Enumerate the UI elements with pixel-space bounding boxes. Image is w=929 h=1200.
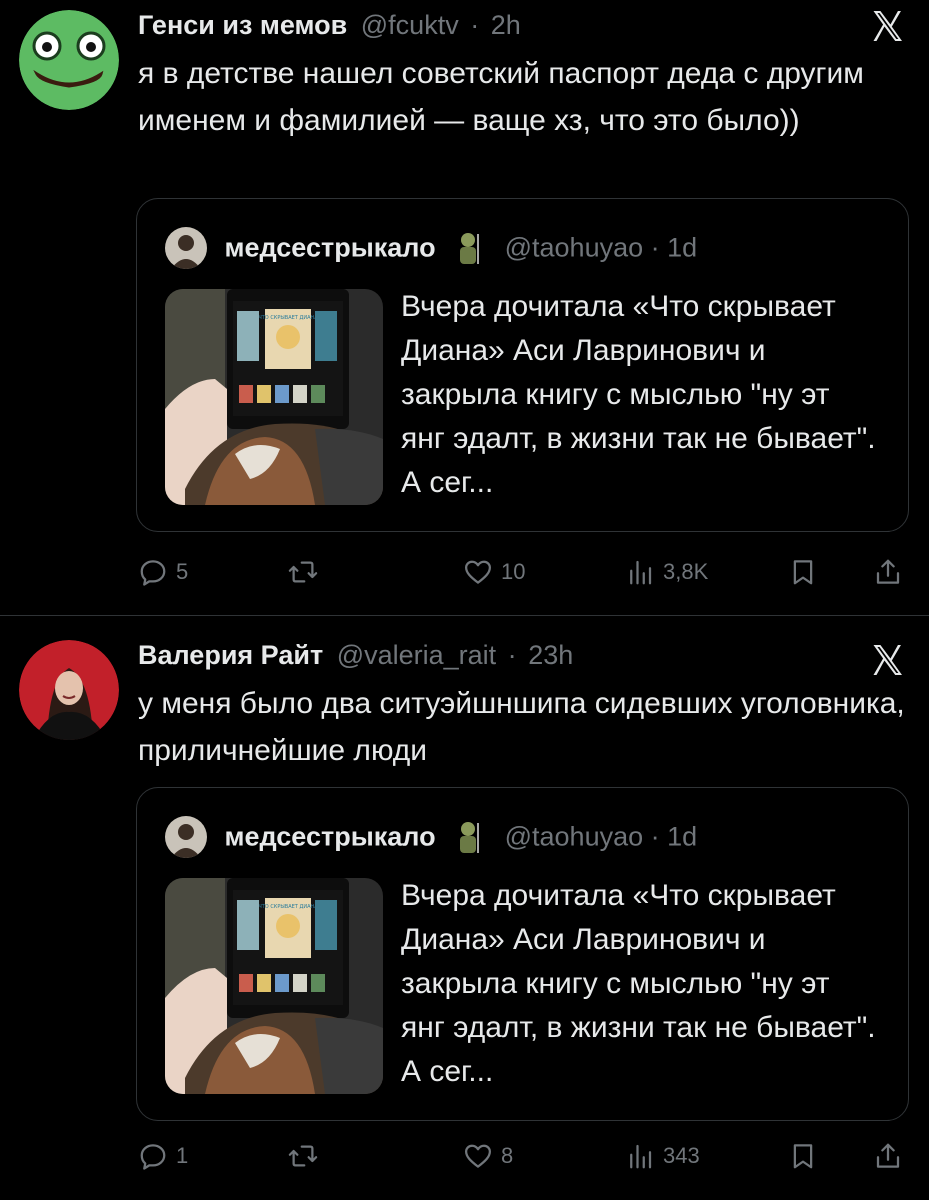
timestamp[interactable]: 23h bbox=[528, 640, 573, 670]
reply-count: 1 bbox=[176, 1143, 189, 1168]
x-logo-icon bbox=[873, 645, 902, 675]
views-button[interactable]: 3,8K bbox=[625, 552, 708, 592]
retweet-icon bbox=[288, 561, 318, 583]
goblin-emoji-icon bbox=[460, 822, 480, 853]
quoted-avatar-image bbox=[165, 227, 207, 269]
quoted-avatar-image bbox=[165, 816, 207, 858]
retweet-button[interactable] bbox=[288, 1136, 326, 1176]
reply-icon bbox=[140, 560, 166, 586]
tweet-text: у меня было два ситуэйшншипа сидевших уг… bbox=[138, 687, 905, 767]
reply-icon bbox=[140, 1144, 166, 1170]
like-count: 10 bbox=[501, 559, 526, 584]
quoted-author-handle[interactable]: @taohuyao bbox=[505, 233, 644, 263]
reply-button[interactable]: 5 bbox=[138, 552, 188, 592]
like-button[interactable]: 8 bbox=[463, 1136, 513, 1176]
quoted-media-thumbnail[interactable]: ЧТО СКРЫВАЕТ ДИАНА bbox=[165, 289, 383, 505]
quoted-tweet-text: Вчера дочитала «Что скрывает Диана» Аси … bbox=[401, 879, 876, 1088]
bookmark-icon bbox=[793, 560, 813, 585]
avatar-frog[interactable] bbox=[19, 10, 119, 110]
bookmark-icon bbox=[793, 1144, 813, 1169]
quoted-avatar[interactable] bbox=[165, 227, 207, 269]
views-count: 343 bbox=[663, 1143, 700, 1168]
action-bar: 5 10 3,8K bbox=[138, 552, 908, 592]
share-icon bbox=[876, 559, 900, 584]
quoted-tweet-header: медсестрыкало @taohuyao · 1d bbox=[165, 227, 697, 271]
like-icon bbox=[465, 560, 491, 584]
quoted-author-handle[interactable]: @taohuyao bbox=[505, 822, 644, 852]
meta-separator: · bbox=[470, 10, 480, 40]
views-button[interactable]: 343 bbox=[625, 1136, 700, 1176]
like-count: 8 bbox=[501, 1143, 514, 1168]
tablet-cat-photo: ЧТО СКРЫВАЕТ ДИАНА bbox=[165, 289, 383, 505]
views-count: 3,8K bbox=[663, 559, 709, 584]
author-handle[interactable]: @fcuktv bbox=[361, 10, 459, 40]
tweet[interactable]: Валерия Райт @valeria_rait · 23h у меня … bbox=[0, 616, 929, 1200]
quoted-avatar[interactable] bbox=[165, 816, 207, 858]
quoted-tweet[interactable]: медсестрыкало @taohuyao · 1d ЧТО СКРЫВАЕ… bbox=[136, 198, 909, 532]
quoted-author-name[interactable]: медсестрыкало bbox=[225, 233, 436, 263]
meta-separator: · bbox=[650, 821, 660, 852]
goblin-emoji-icon bbox=[460, 233, 480, 264]
book-cover-title: ЧТО СКРЫВАЕТ ДИАНА bbox=[258, 904, 318, 910]
meta-separator: · bbox=[507, 640, 517, 670]
valeria-avatar-image bbox=[19, 640, 119, 740]
bookmark-button[interactable] bbox=[788, 552, 826, 592]
quoted-timestamp[interactable]: 1d bbox=[667, 822, 697, 852]
reply-count: 5 bbox=[176, 559, 189, 584]
author-handle[interactable]: @valeria_rait bbox=[337, 640, 496, 670]
quoted-tweet-text: Вчера дочитала «Что скрывает Диана» Аси … bbox=[401, 290, 876, 499]
tweet[interactable]: Генси из мемов @fcuktv · 2h я в детстве … bbox=[0, 0, 929, 616]
author-name[interactable]: Генси из мемов bbox=[138, 10, 347, 40]
share-button[interactable] bbox=[873, 552, 911, 592]
retweet-icon bbox=[288, 1145, 318, 1167]
meta-separator: · bbox=[650, 232, 660, 263]
reply-button[interactable]: 1 bbox=[138, 1136, 188, 1176]
quoted-media-thumbnail[interactable]: ЧТО СКРЫВАЕТ ДИАНА bbox=[165, 878, 383, 1094]
quoted-author-name[interactable]: медсестрыкало bbox=[225, 822, 436, 852]
like-button[interactable]: 10 bbox=[463, 552, 525, 592]
tweet-header: Валерия Райт @valeria_rait · 23h bbox=[138, 640, 573, 671]
quoted-tweet[interactable]: медсестрыкало @taohuyao · 1d ЧТО СКРЫВАЕ… bbox=[136, 787, 909, 1121]
bookmark-button[interactable] bbox=[788, 1136, 826, 1176]
views-icon bbox=[630, 1144, 652, 1169]
share-button[interactable] bbox=[873, 1136, 911, 1176]
retweet-button[interactable] bbox=[288, 552, 326, 592]
author-name[interactable]: Валерия Райт bbox=[138, 640, 323, 670]
tweet-text: я в детстве нашел советский паспорт деда… bbox=[138, 57, 864, 137]
tablet-cat-photo: ЧТО СКРЫВАЕТ ДИАНА bbox=[165, 878, 383, 1094]
share-icon bbox=[876, 1143, 900, 1168]
action-bar: 1 8 343 bbox=[138, 1136, 908, 1176]
quoted-tweet-header: медсестрыкало @taohuyao · 1d bbox=[165, 816, 697, 860]
timestamp[interactable]: 2h bbox=[491, 10, 521, 40]
avatar-valeria[interactable] bbox=[19, 640, 119, 740]
book-cover-title: ЧТО СКРЫВАЕТ ДИАНА bbox=[258, 315, 318, 321]
frog-avatar-image bbox=[19, 10, 119, 110]
like-icon bbox=[465, 1144, 491, 1168]
quoted-timestamp[interactable]: 1d bbox=[667, 233, 697, 263]
x-logo-icon bbox=[873, 11, 902, 41]
views-icon bbox=[630, 560, 652, 585]
tweet-header: Генси из мемов @fcuktv · 2h bbox=[138, 10, 521, 41]
